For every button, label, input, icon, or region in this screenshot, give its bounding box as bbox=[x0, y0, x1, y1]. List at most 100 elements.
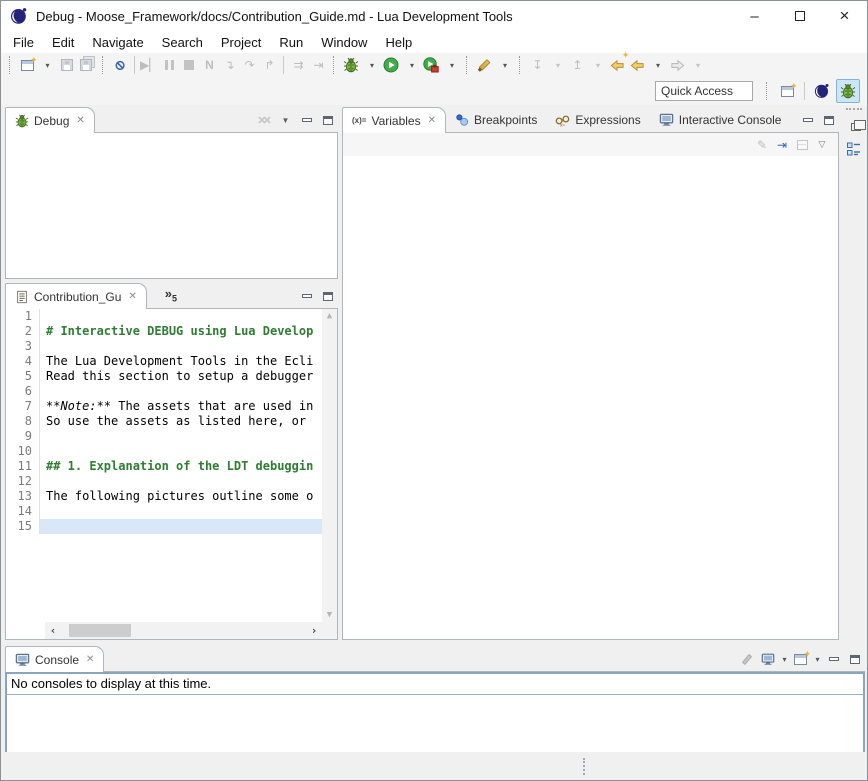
debug-view-content[interactable] bbox=[5, 133, 338, 279]
save-all-button[interactable] bbox=[77, 54, 97, 76]
minimize-window-button[interactable]: – bbox=[732, 1, 777, 31]
editor-line[interactable]: 6 bbox=[6, 384, 322, 399]
debug-button[interactable] bbox=[341, 54, 361, 76]
status-bar-drag-handle[interactable] bbox=[583, 758, 586, 775]
terminate-button[interactable] bbox=[179, 54, 199, 76]
scroll-left-arrow[interactable]: ‹ bbox=[45, 624, 61, 637]
scroll-up-arrow[interactable]: ▲ bbox=[322, 309, 337, 323]
step-over-button[interactable]: ↷ bbox=[239, 54, 259, 76]
show-logical-structure-button[interactable]: ⇥ bbox=[772, 134, 792, 156]
editor-line[interactable]: 2# Interactive DEBUG using Lua Develop bbox=[6, 324, 322, 339]
external-tools-button[interactable] bbox=[421, 54, 441, 76]
variables-view-menu-button[interactable]: ▽ bbox=[812, 134, 832, 156]
editor-line[interactable]: 7**Note:** The assets that are used in bbox=[6, 399, 322, 414]
disconnect-button[interactable]: N bbox=[199, 54, 219, 76]
editor-line[interactable]: 1 bbox=[6, 309, 322, 324]
minimize-variables-view-button[interactable] bbox=[797, 110, 818, 130]
editor-line[interactable]: 12 bbox=[6, 474, 322, 489]
close-editor-tab-icon[interactable]: ✕ bbox=[128, 291, 136, 302]
variables-tree-area[interactable] bbox=[343, 156, 838, 639]
previous-annotation-dropdown[interactable]: ▾ bbox=[587, 54, 607, 76]
maximize-debug-view-button[interactable] bbox=[317, 110, 338, 130]
close-window-button[interactable]: × bbox=[822, 1, 867, 31]
display-selected-console-button[interactable] bbox=[757, 649, 778, 669]
editor-lines[interactable]: 12# Interactive DEBUG using Lua Develop3… bbox=[6, 309, 322, 622]
back-dropdown[interactable]: ▾ bbox=[647, 54, 667, 76]
maximize-variables-view-button[interactable] bbox=[818, 110, 839, 130]
minimize-console-button[interactable] bbox=[823, 649, 844, 669]
menu-search[interactable]: Search bbox=[153, 33, 212, 52]
menu-run[interactable]: Run bbox=[270, 33, 312, 52]
back-button[interactable] bbox=[627, 54, 647, 76]
step-into-button[interactable]: ↴ bbox=[219, 54, 239, 76]
marker-pen-dropdown[interactable]: ▾ bbox=[494, 54, 514, 76]
step-filter-alt-button[interactable]: ⇥ bbox=[308, 54, 328, 76]
show-detail-pane-button[interactable]: ✎ bbox=[752, 134, 772, 156]
open-perspective-button[interactable]: ✦ bbox=[775, 79, 799, 103]
remove-all-terminated-button[interactable]: ✕✕ bbox=[254, 110, 275, 130]
tab-console[interactable]: Console ✕ bbox=[5, 646, 104, 672]
resume-button[interactable]: ▶▏ bbox=[139, 54, 159, 76]
close-variables-tab-icon[interactable]: ✕ bbox=[428, 115, 436, 126]
next-annotation-button[interactable]: ↧ bbox=[527, 54, 547, 76]
menu-help[interactable]: Help bbox=[376, 33, 421, 52]
restore-views-button[interactable] bbox=[843, 115, 865, 135]
close-console-tab-icon[interactable]: ✕ bbox=[86, 654, 94, 665]
menu-window[interactable]: Window bbox=[312, 33, 376, 52]
editor-line[interactable]: 5Read this section to setup a debugger bbox=[6, 369, 322, 384]
editor-line[interactable]: 11## 1. Explanation of the LDT debuggin bbox=[6, 459, 322, 474]
open-console-button[interactable]: ✦ bbox=[790, 649, 811, 669]
step-return-button[interactable]: ↱ bbox=[259, 54, 279, 76]
debug-dropdown[interactable]: ▾ bbox=[361, 54, 381, 76]
forward-dropdown[interactable]: ▾ bbox=[687, 54, 707, 76]
next-annotation-dropdown[interactable]: ▾ bbox=[547, 54, 567, 76]
debug-perspective-button[interactable] bbox=[836, 79, 860, 103]
editor-vertical-scrollbar[interactable]: ▲ ▼ bbox=[322, 309, 337, 622]
tab-variables[interactable]: (x)= Variables ✕ bbox=[342, 107, 446, 133]
menu-file[interactable]: File bbox=[4, 33, 43, 52]
tab-expressions[interactable]: Expressions bbox=[546, 107, 649, 132]
collapse-all-button[interactable]: — bbox=[792, 134, 812, 156]
scrollbar-thumb[interactable] bbox=[69, 624, 131, 637]
use-step-filters-button[interactable]: ⇉ bbox=[288, 54, 308, 76]
editor-line[interactable]: 4The Lua Development Tools in the Ecli bbox=[6, 354, 322, 369]
menu-navigate[interactable]: Navigate bbox=[83, 33, 152, 52]
forward-button[interactable] bbox=[667, 54, 687, 76]
minimize-debug-view-button[interactable] bbox=[296, 110, 317, 130]
menu-project[interactable]: Project bbox=[212, 33, 270, 52]
editor-line[interactable]: 15 bbox=[6, 519, 322, 534]
scrollbar-track[interactable] bbox=[61, 622, 306, 639]
save-button[interactable] bbox=[57, 54, 77, 76]
new-wizard-button[interactable]: ✦ bbox=[17, 54, 37, 76]
editor-line[interactable]: 3 bbox=[6, 339, 322, 354]
close-debug-tab-icon[interactable]: ✕ bbox=[76, 115, 84, 126]
editor-line[interactable]: 14 bbox=[6, 504, 322, 519]
quick-access-input[interactable]: Quick Access bbox=[655, 81, 753, 101]
open-console-dropdown[interactable]: ▾ bbox=[811, 649, 823, 669]
tab-debug[interactable]: Debug ✕ bbox=[5, 107, 95, 133]
tab-breakpoints[interactable]: Breakpoints bbox=[446, 107, 546, 132]
run-dropdown[interactable]: ▾ bbox=[401, 54, 421, 76]
debug-view-menu-button[interactable]: ▼ bbox=[275, 110, 296, 130]
maximize-window-button[interactable] bbox=[777, 1, 822, 31]
skip-all-breakpoints-button[interactable]: ⊘ bbox=[110, 54, 130, 76]
editor-line[interactable]: 10 bbox=[6, 444, 322, 459]
previous-annotation-button[interactable]: ↥ bbox=[567, 54, 587, 76]
external-tools-dropdown[interactable]: ▾ bbox=[441, 54, 461, 76]
scroll-right-arrow[interactable]: › bbox=[306, 624, 322, 637]
maximize-console-button[interactable] bbox=[844, 649, 865, 669]
display-console-dropdown[interactable]: ▾ bbox=[778, 649, 790, 669]
lua-perspective-button[interactable] bbox=[810, 79, 834, 103]
tab-contribution-guide[interactable]: Contribution_Gu ✕ bbox=[5, 283, 147, 309]
tab-interactive-console[interactable]: Interactive Console bbox=[650, 107, 791, 132]
new-wizard-dropdown[interactable]: ▾ bbox=[37, 54, 57, 76]
maximize-editor-button[interactable] bbox=[317, 286, 338, 306]
run-button[interactable] bbox=[381, 54, 401, 76]
editor-line[interactable]: 9 bbox=[6, 429, 322, 444]
outline-view-button[interactable] bbox=[843, 139, 865, 159]
editor-line[interactable]: 8So use the assets as listed here, or bbox=[6, 414, 322, 429]
trim-drag-handle[interactable] bbox=[846, 108, 862, 111]
suspend-button[interactable] bbox=[159, 54, 179, 76]
minimize-editor-button[interactable] bbox=[296, 286, 317, 306]
editor-content[interactable]: 12# Interactive DEBUG using Lua Develop3… bbox=[5, 309, 338, 640]
